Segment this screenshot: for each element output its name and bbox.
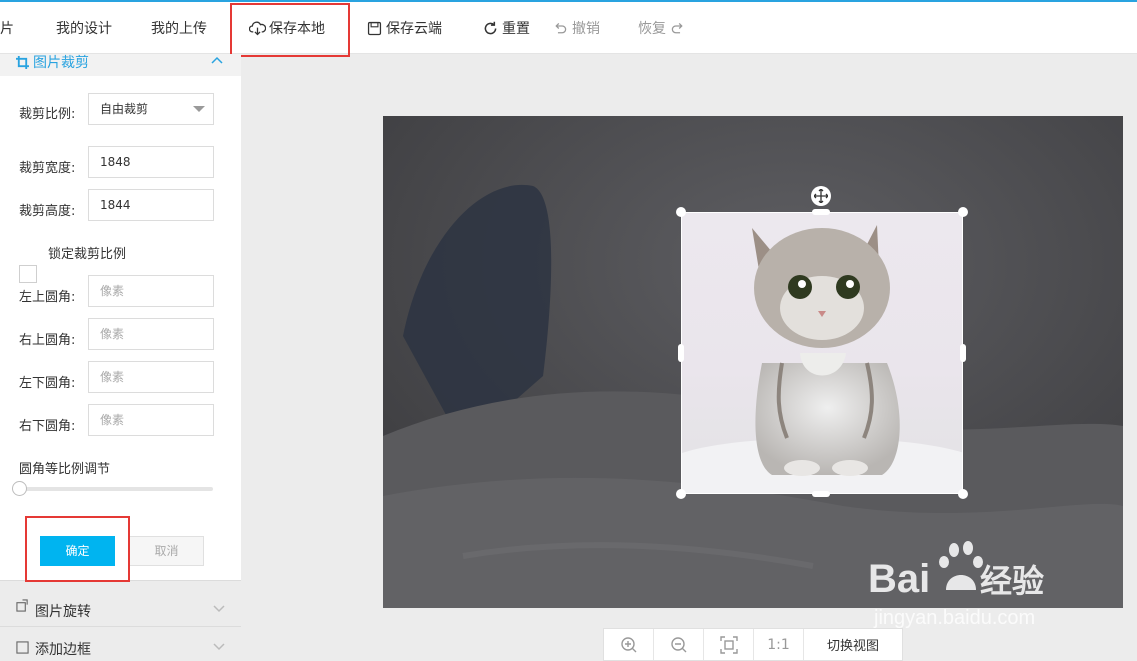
image-canvas[interactable] — [383, 116, 1123, 608]
save-cloud-button[interactable]: 保存云端 — [366, 18, 442, 38]
lock-ratio-label: 锁定裁剪比例 — [48, 247, 127, 262]
zoom-out-button[interactable] — [654, 629, 704, 660]
crop-selection[interactable] — [681, 212, 963, 494]
chevron-down-icon — [213, 643, 225, 651]
crop-handle-bottom-right[interactable] — [958, 489, 968, 499]
crop-handle-bottom-left[interactable] — [676, 489, 686, 499]
section-border-title: 添加边框 — [35, 642, 91, 658]
section-rotate[interactable]: 图片旋转 — [0, 580, 241, 626]
corner-tl-input[interactable] — [88, 275, 214, 307]
redo-icon — [671, 22, 683, 33]
corner-tl-label: 左上圆角: — [19, 290, 76, 305]
corner-slider-handle[interactable] — [12, 481, 27, 496]
crop-width-label: 裁剪宽度: — [19, 161, 76, 176]
corner-br-label: 右下圆角: — [19, 419, 76, 434]
move-handle[interactable] — [811, 186, 831, 206]
zoom-in-button[interactable] — [604, 629, 654, 660]
cancel-button[interactable]: 取消 — [129, 536, 204, 566]
zoom-out-icon — [670, 636, 686, 652]
save-icon — [367, 21, 382, 35]
corner-br-input[interactable] — [88, 404, 214, 436]
crop-handle-right[interactable] — [960, 344, 966, 362]
crop-panel-header[interactable]: 图片裁剪 — [0, 54, 241, 76]
border-icon — [16, 641, 29, 654]
undo-icon — [555, 22, 567, 33]
corner-slider-track[interactable] — [19, 487, 213, 491]
svg-text:Bai: Bai — [868, 557, 930, 601]
section-rotate-title: 图片旋转 — [35, 604, 91, 620]
corner-slider-label: 圆角等比例调节 — [19, 462, 111, 477]
corner-tr-input[interactable] — [88, 318, 214, 350]
corner-bl-input[interactable] — [88, 361, 214, 393]
rotate-icon — [16, 599, 28, 612]
lock-ratio-checkbox[interactable] — [19, 265, 37, 283]
toolbar-item-my-designs[interactable]: 我的设计 — [56, 18, 112, 38]
section-border[interactable]: 添加边框 — [0, 626, 241, 661]
top-toolbar: 片 我的设计 我的上传 保存本地 保存云端 重置 撤销 恢复 — [0, 0, 1137, 54]
crop-panel-title: 图片裁剪 — [33, 55, 89, 71]
svg-text:经验: 经验 — [980, 563, 1044, 599]
crop-icon — [16, 55, 29, 69]
crop-height-label: 裁剪高度: — [19, 204, 76, 219]
redo-button[interactable]: 恢复 — [638, 18, 686, 38]
baidu-paw-logo: Bai 经验 jingyan.baidu.com — [868, 541, 1044, 629]
move-icon — [814, 189, 828, 203]
crop-handle-top[interactable] — [812, 209, 830, 215]
undo-button[interactable]: 撤销 — [552, 18, 600, 38]
svg-text:jingyan.baidu.com: jingyan.baidu.com — [873, 607, 1035, 629]
crop-handle-top-right[interactable] — [958, 207, 968, 217]
chevron-up-icon — [211, 56, 223, 64]
highlight-confirm — [25, 516, 130, 582]
corner-bl-label: 左下圆角: — [19, 376, 76, 391]
caret-down-icon — [193, 106, 205, 112]
kitten-photo — [682, 225, 962, 493]
crop-ratio-select[interactable]: 自由裁剪 — [88, 93, 214, 125]
crop-ratio-label: 裁剪比例: — [19, 107, 76, 122]
fit-screen-button[interactable] — [704, 629, 754, 660]
corner-tr-label: 右上圆角: — [19, 333, 76, 348]
crop-handle-bottom[interactable] — [812, 491, 830, 497]
actual-size-button[interactable]: 1:1 — [754, 629, 804, 660]
highlight-save-local — [230, 3, 350, 57]
zoom-toolbar: 1:1 切换视图 — [603, 628, 903, 661]
crop-width-input[interactable] — [88, 146, 214, 178]
toolbar-item-my-uploads[interactable]: 我的上传 — [151, 18, 207, 38]
toolbar-item-pictures[interactable]: 片 — [0, 18, 14, 38]
reset-button[interactable]: 重置 — [482, 18, 530, 38]
zoom-in-icon — [620, 636, 636, 652]
fit-icon — [719, 635, 738, 654]
crop-handle-top-left[interactable] — [676, 207, 686, 217]
refresh-icon — [484, 21, 497, 34]
crop-height-input[interactable] — [88, 189, 214, 221]
chevron-down-icon — [213, 605, 225, 613]
crop-handle-left[interactable] — [678, 344, 684, 362]
baidu-watermark: Bai 经验 jingyan.baidu.com — [868, 540, 1098, 640]
crop-panel-body: 裁剪比例: 自由裁剪 裁剪宽度: 裁剪高度: 锁定裁剪比例 左上圆角: 右上圆角… — [0, 76, 241, 580]
